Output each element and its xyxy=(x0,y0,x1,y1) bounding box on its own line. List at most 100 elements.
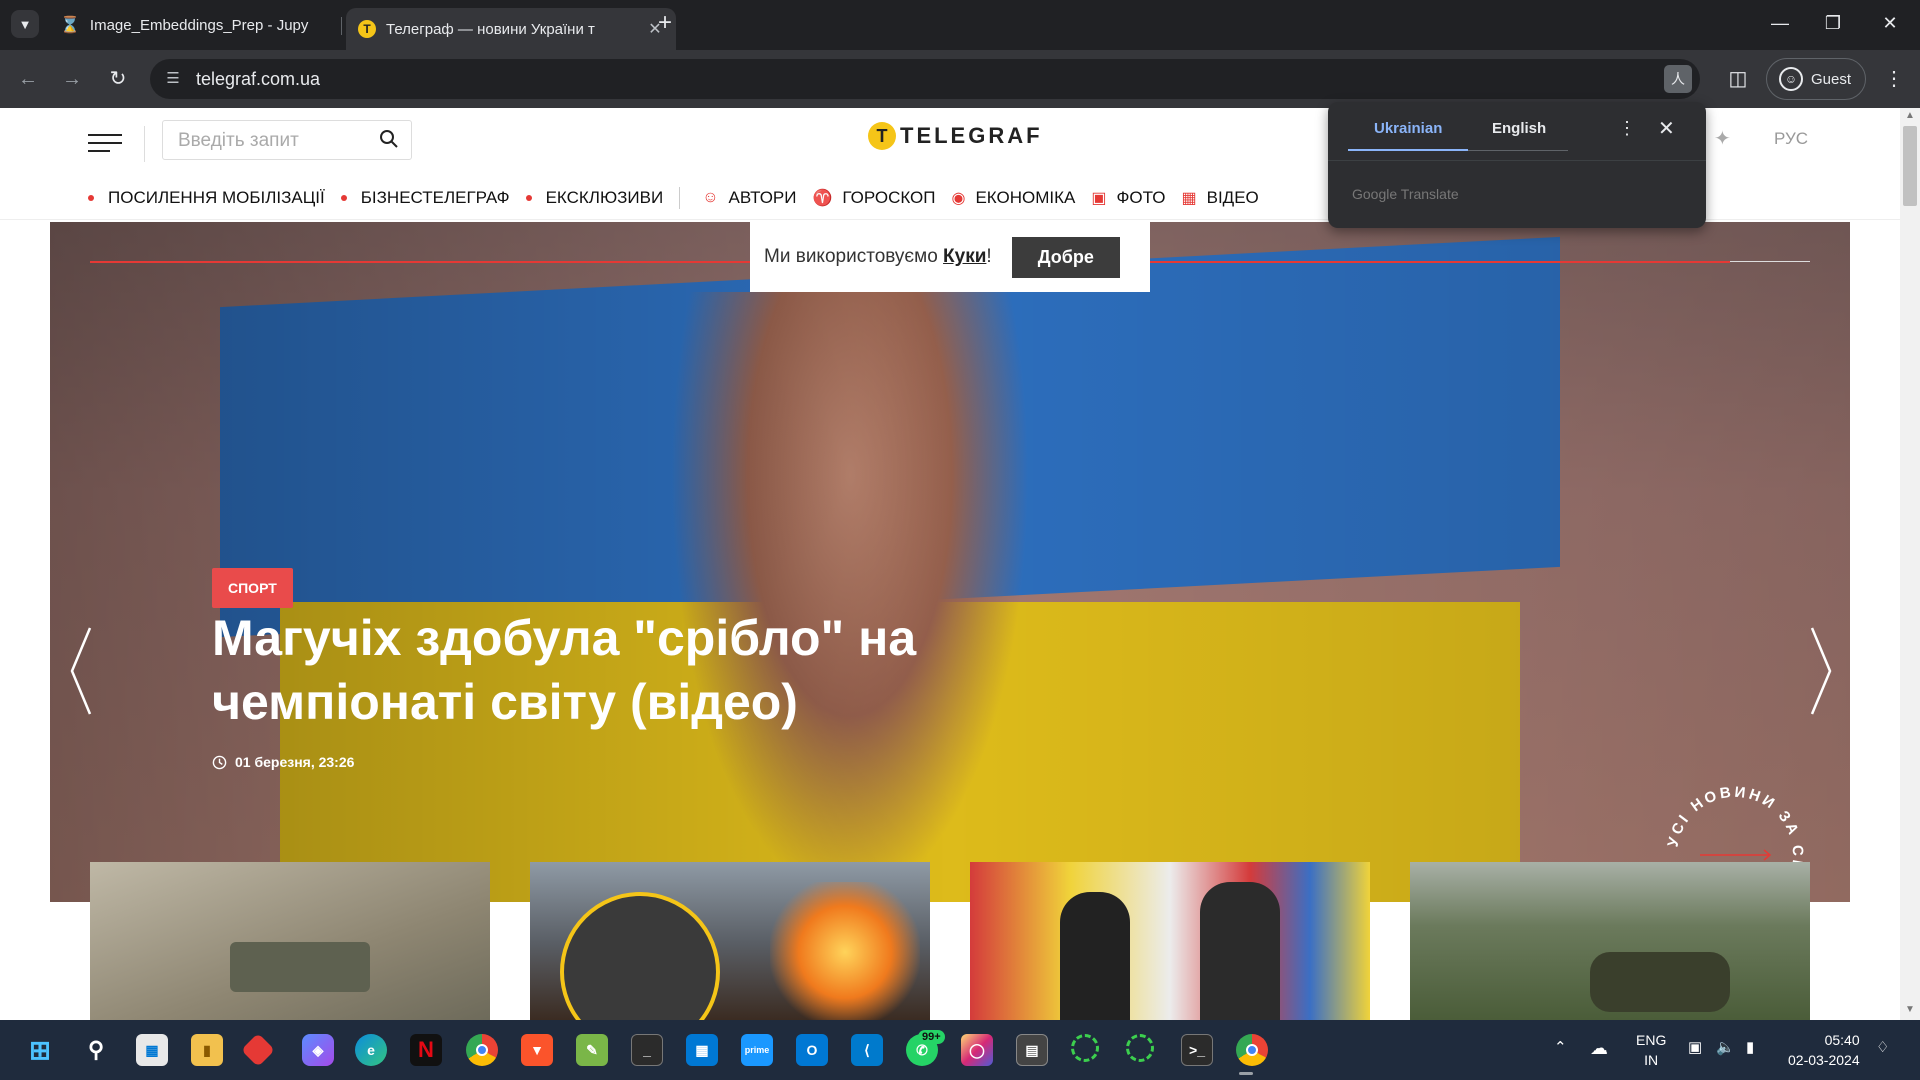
cookie-accept-button[interactable]: Добре xyxy=(1011,236,1120,278)
scroll-thumb[interactable] xyxy=(1903,126,1917,206)
system-clock[interactable]: 05:40 02-03-2024 xyxy=(1788,1030,1860,1070)
chrome-active-icon[interactable] xyxy=(1236,1034,1268,1066)
active-app-indicator xyxy=(1239,1072,1253,1075)
scroll-down-icon[interactable]: ▼ xyxy=(1900,1004,1920,1020)
tab-telegraf[interactable]: T Телеграф — новини України т ✕ xyxy=(346,8,676,50)
store-icon[interactable]: ▦ xyxy=(136,1034,168,1066)
battery-icon[interactable]: ▮ xyxy=(1746,1038,1754,1056)
logo-badge: T xyxy=(868,122,896,150)
netflix-icon[interactable]: N xyxy=(410,1034,442,1066)
search-icon[interactable]: ⚲ xyxy=(80,1034,112,1066)
tab-separator xyxy=(341,17,342,35)
nav-label: ПОСИЛЕННЯ МОБІЛІЗАЦІЇ xyxy=(108,188,325,207)
news-thumb-1[interactable] xyxy=(90,862,490,1020)
tab-underline xyxy=(1468,150,1568,151)
terminal-app-icon[interactable]: _ xyxy=(631,1034,663,1066)
app-window-icon[interactable]: ▤ xyxy=(1016,1034,1048,1066)
file-explorer-icon[interactable]: ▮ xyxy=(191,1034,223,1066)
nav-item-authors[interactable]: ☺ АВТОРИ xyxy=(702,188,796,208)
terminal-icon[interactable]: >_ xyxy=(1181,1034,1213,1066)
chrome-icon[interactable] xyxy=(466,1034,498,1066)
translate-options-icon[interactable]: ⋮ xyxy=(1618,118,1636,139)
nav-item-economy[interactable]: ◉ ЕКОНОМІКА xyxy=(952,188,1076,208)
page-scrollbar[interactable]: ▲ ▼ xyxy=(1900,108,1920,1020)
nav-label: ФОТО xyxy=(1116,188,1166,207)
tray-expand-icon[interactable]: ⌃ xyxy=(1554,1038,1567,1056)
lang-top: ENG xyxy=(1636,1032,1667,1048)
onedrive-icon[interactable]: ☁ xyxy=(1590,1038,1608,1059)
close-window-icon[interactable]: ✕ xyxy=(1860,0,1920,48)
address-bar[interactable]: ☰ telegraf.com.ua 人 xyxy=(150,59,1700,99)
app-red-diamond-icon[interactable] xyxy=(241,1033,275,1067)
bullet-dot xyxy=(525,195,532,201)
clock-time: 05:40 xyxy=(1824,1032,1860,1048)
translate-popup: Ukrainian English ⋮ ✕ Google Translate xyxy=(1328,102,1706,228)
hero-slider[interactable] xyxy=(50,222,1850,902)
language-switch[interactable]: РУС xyxy=(1774,129,1808,149)
nav-item-horoscope[interactable]: ♈ ГОРОСКОП xyxy=(812,188,935,208)
slider-next-arrow-icon[interactable] xyxy=(1804,626,1834,716)
menu-kebab-icon[interactable]: ⋮ xyxy=(1878,63,1910,95)
translate-source-tab[interactable]: Ukrainian xyxy=(1374,120,1442,137)
copilot-icon[interactable]: ◈ xyxy=(302,1034,334,1066)
url-text[interactable]: telegraf.com.ua xyxy=(196,69,320,90)
tab-title: Телеграф — новини України т xyxy=(386,20,595,38)
windows-app-icon[interactable]: ▦ xyxy=(686,1034,718,1066)
side-panel-icon[interactable]: ◫ xyxy=(1722,63,1754,95)
start-icon[interactable]: ⊞ xyxy=(24,1034,56,1066)
logo-text: TELEGRAF xyxy=(900,123,1043,148)
browser-toolbar: ← → ↻ ☰ telegraf.com.ua 人 ◫ ☺ Guest ⋮ xyxy=(0,50,1920,108)
news-thumb-3[interactable] xyxy=(970,862,1370,1020)
profile-button[interactable]: ☺ Guest xyxy=(1766,58,1866,100)
avatar-icon: ☺ xyxy=(1779,67,1803,91)
new-tab-button[interactable]: + xyxy=(651,10,679,38)
restore-icon[interactable]: ❐ xyxy=(1803,0,1863,48)
translate-target-tab[interactable]: English xyxy=(1492,120,1546,137)
hamburger-menu-icon[interactable] xyxy=(88,134,126,154)
news-thumb-4[interactable] xyxy=(1410,862,1810,1020)
paint-icon[interactable]: ✎ xyxy=(576,1034,608,1066)
minimize-icon[interactable]: — xyxy=(1750,0,1810,48)
instagram-icon[interactable]: ◯ xyxy=(961,1034,993,1066)
prime-video-icon[interactable]: prime xyxy=(741,1034,773,1066)
nav-item-photo[interactable]: ▣ ФОТО xyxy=(1091,188,1165,208)
nav-label: ЕКОНОМІКА xyxy=(975,188,1076,207)
hero-headline[interactable]: Магучіх здобула "срібло" на чемпіонаті с… xyxy=(212,606,1012,734)
tab-search-button[interactable]: ▼ xyxy=(11,10,39,38)
forward-icon[interactable]: → xyxy=(56,63,88,95)
site-search-input[interactable]: Введіть запит xyxy=(162,120,412,160)
twitter-icon[interactable]: ✦ xyxy=(1714,126,1731,151)
back-icon[interactable]: ← xyxy=(12,63,44,95)
slider-prev-arrow-icon[interactable] xyxy=(68,626,98,716)
outlook-icon[interactable]: O xyxy=(796,1034,828,1066)
nav-item-mobilization[interactable]: ПОСИЛЕННЯ МОБІЛІЗАЦІЇ xyxy=(88,188,325,208)
nav-item-biznestelegraf[interactable]: БІЗНЕСТЕЛЕГРАФ xyxy=(340,188,510,208)
category-badge[interactable]: СПОРТ xyxy=(212,568,293,608)
notification-bell-icon[interactable]: ♢ xyxy=(1876,1038,1889,1056)
brave-icon[interactable]: ▼ xyxy=(521,1034,553,1066)
hourglass-icon: ⌛ xyxy=(60,17,80,34)
nav-label: ЕКСКЛЮЗИВИ xyxy=(545,188,664,207)
vscode-icon[interactable]: ⟨ xyxy=(851,1034,883,1066)
site-logo[interactable]: T TELEGRAF xyxy=(868,122,1043,150)
nav-item-exclusives[interactable]: ЕКСКЛЮЗИВИ xyxy=(525,188,664,208)
translate-icon[interactable]: 人 xyxy=(1664,65,1692,93)
scroll-up-icon[interactable]: ▲ xyxy=(1900,110,1920,126)
edge-icon[interactable]: e xyxy=(355,1034,387,1066)
nav-item-video[interactable]: ▦ ВІДЕО xyxy=(1182,188,1259,208)
cookie-link[interactable]: Куки xyxy=(943,246,986,267)
app-green-ring-icon-2[interactable] xyxy=(1126,1034,1154,1062)
network-icon[interactable]: ▣ xyxy=(1688,1038,1702,1056)
close-icon[interactable]: ✕ xyxy=(1658,116,1675,141)
slider-progress-track xyxy=(1730,261,1810,262)
volume-muted-icon[interactable]: 🔈 xyxy=(1716,1038,1735,1056)
reload-icon[interactable]: ↻ xyxy=(102,63,134,95)
input-language[interactable]: ENG IN xyxy=(1636,1030,1666,1070)
search-icon[interactable] xyxy=(379,129,399,149)
app-green-ring-icon[interactable] xyxy=(1071,1034,1099,1062)
web-page: Введіть запит T TELEGRAF ✦ РУС ПОСИЛЕННЯ… xyxy=(0,108,1920,1020)
browser-titlebar: ▼ ⌛ Image_Embeddings_Prep - Jupy ✕ T Тел… xyxy=(0,0,1920,50)
site-info-icon[interactable]: ☰ xyxy=(162,68,184,90)
tab-jupyter[interactable]: ⌛ Image_Embeddings_Prep - Jupy ✕ xyxy=(48,8,378,42)
news-thumb-2[interactable] xyxy=(530,862,930,1020)
